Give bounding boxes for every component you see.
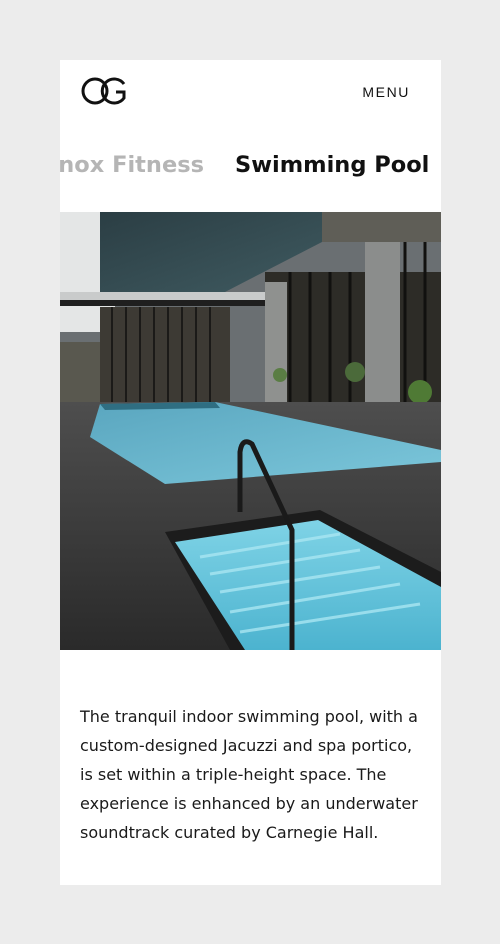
- pool-photo: [60, 212, 441, 650]
- amenity-description: The tranquil indoor swimming pool, with …: [80, 707, 418, 842]
- content-card: MENU Equinox Fitness Swimming Pool: [60, 60, 441, 885]
- logo-mark-icon: [81, 77, 126, 105]
- header: MENU: [60, 60, 441, 124]
- amenity-tabs: Equinox Fitness Swimming Pool: [60, 152, 441, 192]
- tab-swimming-pool[interactable]: Swimming Pool: [235, 152, 429, 178]
- brand-logo[interactable]: [80, 76, 128, 106]
- tab-equinox-fitness[interactable]: Equinox Fitness: [60, 152, 204, 178]
- menu-button[interactable]: MENU: [362, 84, 410, 100]
- pool-image: [60, 212, 441, 650]
